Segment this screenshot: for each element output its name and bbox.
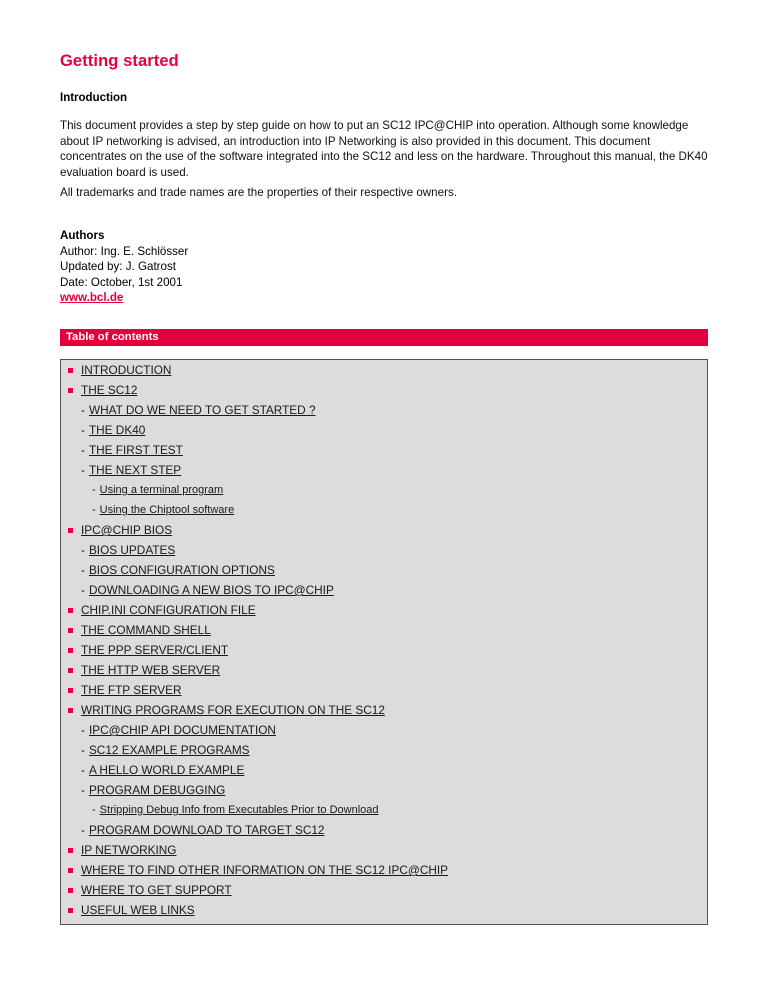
toc-item: IPC@CHIP BIOS	[61, 520, 707, 540]
toc-link[interactable]: THE COMMAND SHELL	[81, 623, 211, 637]
document-page: Getting started Introduction This docume…	[0, 0, 768, 994]
toc-link[interactable]: USEFUL WEB LINKS	[81, 903, 195, 917]
bullet-icon	[68, 908, 73, 913]
dash-marker: -	[92, 504, 96, 516]
bullet-icon	[68, 708, 73, 713]
toc-item: - Stripping Debug Info from Executables P…	[61, 800, 707, 820]
toc-link[interactable]: THE NEXT STEP	[89, 463, 181, 477]
toc-link[interactable]: THE FIRST TEST	[89, 443, 183, 457]
toc-item: IP NETWORKING	[61, 840, 707, 860]
toc-item: - IPC@CHIP API DOCUMENTATION	[61, 720, 707, 740]
toc-item: - Using the Chiptool software	[61, 500, 707, 520]
toc-link[interactable]: Using a terminal program	[100, 484, 224, 496]
toc-item: - SC12 EXAMPLE PROGRAMS	[61, 740, 707, 760]
author-name: Author: Ing. E. Schlösser	[60, 244, 189, 258]
toc-item: WHERE TO GET SUPPORT	[61, 880, 707, 900]
dash-marker: -	[81, 783, 85, 797]
bullet-icon	[68, 888, 73, 893]
toc-item: - PROGRAM DOWNLOAD TO TARGET SC12	[61, 820, 707, 840]
toc-item: THE COMMAND SHELL	[61, 620, 707, 640]
bullet-icon	[68, 648, 73, 653]
toc-item: - THE FIRST TEST	[61, 440, 707, 460]
dash-marker: -	[92, 804, 96, 816]
dash-marker: -	[81, 743, 85, 757]
introduction-heading: Introduction	[60, 92, 128, 104]
toc-item: THE HTTP WEB SERVER	[61, 660, 707, 680]
toc-link[interactable]: Stripping Debug Info from Executables Pr…	[100, 804, 379, 816]
toc-item: - BIOS CONFIGURATION OPTIONS	[61, 560, 707, 580]
toc-item: WHERE TO FIND OTHER INFORMATION ON THE S…	[61, 860, 707, 880]
toc-item: THE PPP SERVER/CLIENT	[61, 640, 707, 660]
toc-link[interactable]: THE PPP SERVER/CLIENT	[81, 643, 228, 657]
toc-link[interactable]: THE DK40	[89, 423, 145, 437]
toc-item: THE FTP SERVER	[61, 680, 707, 700]
dash-marker: -	[81, 763, 85, 777]
toc-item: THE SC12	[61, 380, 707, 400]
toc-item: - THE DK40	[61, 420, 707, 440]
author-updated-by: Updated by: J. Gatrost	[60, 260, 176, 274]
dash-marker: -	[81, 543, 85, 557]
toc-link[interactable]: WRITING PROGRAMS FOR EXECUTION ON THE SC…	[81, 703, 385, 717]
table-of-contents-header-bar: Table of contents	[60, 329, 708, 346]
bullet-icon	[68, 608, 73, 613]
toc-link[interactable]: IPC@CHIP BIOS	[81, 523, 172, 537]
toc-link[interactable]: THE FTP SERVER	[81, 683, 182, 697]
toc-link[interactable]: BIOS CONFIGURATION OPTIONS	[89, 563, 275, 577]
toc-link[interactable]: Using the Chiptool software	[100, 504, 235, 516]
toc-link[interactable]: DOWNLOADING A NEW BIOS TO IPC@CHIP	[89, 583, 334, 597]
authors-block: Authors Author: Ing. E. Schlösser Update…	[60, 228, 188, 306]
dash-marker: -	[81, 463, 85, 477]
toc-link[interactable]: PROGRAM DOWNLOAD TO TARGET SC12	[89, 823, 325, 837]
table-of-contents-title: Table of contents	[66, 331, 159, 343]
toc-item: - PROGRAM DEBUGGING	[61, 780, 707, 800]
dash-marker: -	[81, 823, 85, 837]
toc-link[interactable]: BIOS UPDATES	[89, 543, 175, 557]
toc-item: - Using a terminal program	[61, 480, 707, 500]
toc-link[interactable]: WHERE TO FIND OTHER INFORMATION ON THE S…	[81, 863, 448, 877]
toc-link[interactable]: INTRODUCTION	[81, 363, 171, 377]
toc-link[interactable]: SC12 EXAMPLE PROGRAMS	[89, 743, 250, 757]
toc-link[interactable]: A HELLO WORLD EXAMPLE	[89, 763, 244, 777]
dash-marker: -	[81, 723, 85, 737]
bullet-icon	[68, 668, 73, 673]
toc-link[interactable]: THE HTTP WEB SERVER	[81, 663, 220, 677]
toc-link[interactable]: IPC@CHIP API DOCUMENTATION	[89, 723, 276, 737]
toc-item: -A HELLO WORLD EXAMPLE	[61, 760, 707, 780]
toc-link[interactable]: WHERE TO GET SUPPORT	[81, 883, 232, 897]
dash-marker: -	[92, 484, 96, 496]
introduction-paragraph-2: All trademarks and trade names are the p…	[60, 186, 457, 199]
toc-item: INTRODUCTION	[61, 360, 707, 380]
bullet-icon	[68, 388, 73, 393]
dash-marker: -	[81, 443, 85, 457]
bullet-icon	[68, 368, 73, 373]
toc-item: - DOWNLOADING A NEW BIOS TO IPC@CHIP	[61, 580, 707, 600]
toc-link[interactable]: WHAT DO WE NEED TO GET STARTED ?	[89, 403, 316, 417]
website-link[interactable]: www.bcl.de	[60, 290, 123, 306]
toc-link[interactable]: PROGRAM DEBUGGING	[89, 783, 225, 797]
dash-marker: -	[81, 563, 85, 577]
author-date: Date: October, 1st 2001	[60, 275, 183, 289]
bullet-icon	[68, 628, 73, 633]
toc-link[interactable]: IP NETWORKING	[81, 843, 176, 857]
toc-link[interactable]: CHIP.INI CONFIGURATION FILE	[81, 603, 256, 617]
page-title: Getting started	[60, 52, 179, 70]
bullet-icon	[68, 868, 73, 873]
table-of-contents-list: INTRODUCTION THE SC12- WHAT DO WE NEED TO …	[61, 360, 707, 920]
dash-marker: -	[81, 403, 85, 417]
bullet-icon	[68, 688, 73, 693]
table-of-contents-box: INTRODUCTION THE SC12- WHAT DO WE NEED TO …	[60, 359, 708, 925]
toc-item: USEFUL WEB LINKS	[61, 900, 707, 920]
dash-marker: -	[81, 583, 85, 597]
toc-item: WRITING PROGRAMS FOR EXECUTION ON THE SC…	[61, 700, 707, 720]
toc-link[interactable]: THE SC12	[81, 383, 137, 397]
toc-item: CHIP.INI CONFIGURATION FILE	[61, 600, 707, 620]
bullet-icon	[68, 528, 73, 533]
introduction-paragraph-1: This document provides a step by step gu…	[60, 119, 708, 179]
bullet-icon	[68, 848, 73, 853]
authors-heading: Authors	[60, 229, 105, 242]
dash-marker: -	[81, 423, 85, 437]
toc-item: - BIOS UPDATES	[61, 540, 707, 560]
toc-item: - WHAT DO WE NEED TO GET STARTED ?	[61, 400, 707, 420]
toc-item: - THE NEXT STEP	[61, 460, 707, 480]
